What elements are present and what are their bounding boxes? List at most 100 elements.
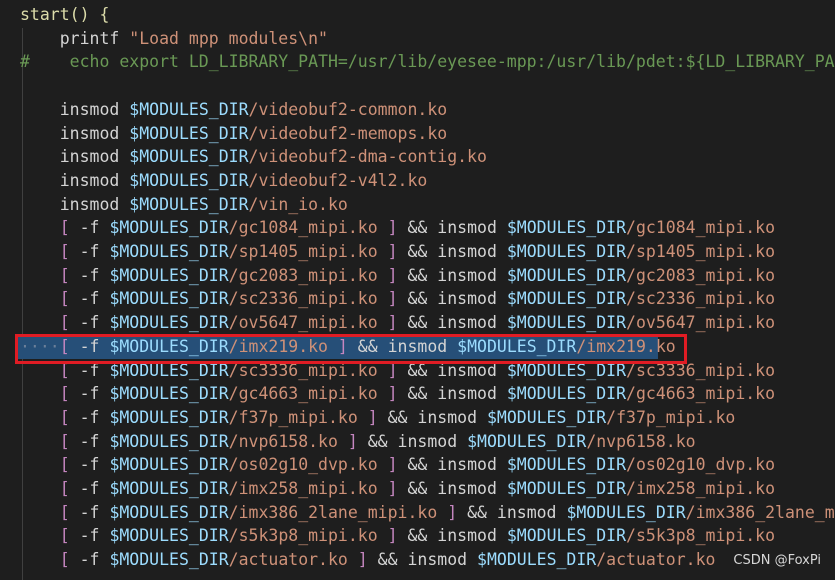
code-token: /imx386_2lane_mipi.ko xyxy=(228,502,438,522)
code-line[interactable]: insmod $MODULES_DIR/videobuf2-common.ko xyxy=(20,98,447,122)
code-token: /f37p_mipi.ko xyxy=(228,407,358,427)
code-line[interactable]: printf "Load mpp modules\n" xyxy=(20,27,328,51)
code-token: [ xyxy=(59,526,70,546)
code-token: $MODULES_DIR xyxy=(506,265,627,285)
code-editor[interactable]: start() { printf "Load mpp modules\n" # e… xyxy=(0,0,835,580)
code-token: [ xyxy=(59,407,70,427)
watermark: CSDN @FoxPi xyxy=(733,553,821,568)
code-token: ] xyxy=(377,455,398,475)
code-token: $MODULES_DIR xyxy=(506,479,627,498)
code-token: ] xyxy=(377,313,398,333)
code-token: && insmod xyxy=(397,242,507,261)
code-token: -f xyxy=(69,431,110,451)
code-token: /videobuf2-common.ko xyxy=(248,99,448,119)
code-token: $MODULES_DIR xyxy=(129,147,249,167)
code-line[interactable]: [ -f $MODULES_DIR/f37p_mipi.ko ] && insm… xyxy=(20,406,736,430)
code-token: $MODULES_DIR xyxy=(506,526,627,546)
code-line[interactable]: start() { xyxy=(20,3,109,27)
code-token: $MODULES_DIR xyxy=(109,242,229,261)
code-token: /imx386_2lane_mi xyxy=(685,502,835,522)
code-token: ] xyxy=(357,407,378,427)
code-token: $MODULES_DIR xyxy=(109,502,229,522)
code-token: /sp1405_mipi.ko xyxy=(626,242,776,261)
code-token: -f xyxy=(69,526,110,546)
code-line[interactable]: [ -f $MODULES_DIR/actuator.ko ] && insmo… xyxy=(20,548,716,572)
code-token: insmod xyxy=(59,170,130,190)
code-token: "Load mpp modules\n" xyxy=(129,28,328,48)
code-line[interactable]: [ -f $MODULES_DIR/s5k3p8_mipi.ko ] && in… xyxy=(20,524,775,548)
code-token: start() { xyxy=(20,5,110,24)
code-token: [ xyxy=(59,289,70,309)
code-token: $MODULES_DIR xyxy=(129,123,249,143)
code-token: $MODULES_DIR xyxy=(109,550,229,570)
code-token: /gc4663_mipi.ko xyxy=(626,384,776,404)
code-token: && insmod xyxy=(397,265,507,285)
code-line[interactable]: [ -f $MODULES_DIR/sp1405_mipi.ko ] && in… xyxy=(20,240,775,264)
code-token: $MODULES_DIR xyxy=(109,289,229,309)
code-line[interactable]: [ -f $MODULES_DIR/imx386_2lane_mipi.ko ]… xyxy=(20,501,835,525)
code-token: # echo export LD_LIBRARY_PATH=/usr/lib/e… xyxy=(20,52,835,72)
code-token: $MODULES_DIR xyxy=(467,431,587,451)
code-line[interactable]: [ -f $MODULES_DIR/ov5647_mipi.ko ] && in… xyxy=(20,311,775,335)
code-token: ] xyxy=(377,265,398,285)
code-token: insmod xyxy=(59,99,130,119)
code-token: /ov5647_mipi.ko xyxy=(626,313,776,333)
code-line[interactable]: insmod $MODULES_DIR/vin_io.ko xyxy=(20,193,348,217)
code-line[interactable]: insmod $MODULES_DIR/videobuf2-v4l2.ko xyxy=(20,169,428,193)
code-token: && insmod xyxy=(397,479,507,498)
code-token: $MODULES_DIR xyxy=(109,407,229,427)
code-token: -f xyxy=(69,218,110,238)
code-token: [ xyxy=(59,384,70,404)
code-line[interactable]: [ -f $MODULES_DIR/gc4663_mipi.ko ] && in… xyxy=(20,382,775,406)
code-token: && insmod xyxy=(367,550,478,570)
code-line[interactable]: [ -f $MODULES_DIR/gc2083_mipi.ko ] && in… xyxy=(20,264,775,288)
code-token: -f xyxy=(69,479,110,498)
code-token: $MODULES_DIR xyxy=(109,479,229,498)
code-token: -f xyxy=(69,313,110,333)
code-token: $MODULES_DIR xyxy=(506,289,627,309)
code-token: /gc1084_mipi.ko xyxy=(626,218,776,238)
code-token: $MODULES_DIR xyxy=(486,407,607,427)
code-line[interactable]: insmod $MODULES_DIR/videobuf2-memops.ko xyxy=(20,122,447,146)
code-token: $MODULES_DIR xyxy=(506,384,627,404)
code-token: $MODULES_DIR xyxy=(109,455,229,475)
code-token: /videobuf2-dma-contig.ko xyxy=(248,147,487,167)
code-token: /sp1405_mipi.ko xyxy=(228,242,378,261)
code-token: $MODULES_DIR xyxy=(109,313,229,333)
code-token: /os02g10_dvp.ko xyxy=(228,455,378,475)
code-token: && insmod xyxy=(397,384,507,404)
code-line[interactable]: [ -f $MODULES_DIR/sc2336_mipi.ko ] && in… xyxy=(20,287,775,311)
code-token: ] xyxy=(337,431,358,451)
code-token: ] xyxy=(377,479,398,498)
code-line[interactable]: [ -f $MODULES_DIR/imx258_mipi.ko ] && in… xyxy=(20,477,775,501)
code-token: $MODULES_DIR xyxy=(109,218,229,238)
code-line[interactable]: [ -f $MODULES_DIR/os02g10_dvp.ko ] && in… xyxy=(20,453,775,477)
code-line[interactable]: [ -f $MODULES_DIR/gc1084_mipi.ko ] && in… xyxy=(20,216,775,240)
code-token: $MODULES_DIR xyxy=(109,431,229,451)
code-token: -f xyxy=(69,265,110,285)
code-line[interactable]: insmod $MODULES_DIR/videobuf2-dma-contig… xyxy=(20,145,487,169)
code-line[interactable]: [ -f $MODULES_DIR/nvp6158.ko ] && insmod… xyxy=(20,430,696,454)
code-token: -f xyxy=(69,242,110,261)
code-token: && insmod xyxy=(397,455,507,475)
code-token: -f xyxy=(69,502,110,522)
code-token: [ xyxy=(59,479,70,498)
code-token: $MODULES_DIR xyxy=(109,526,229,546)
code-line[interactable]: # echo export LD_LIBRARY_PATH=/usr/lib/e… xyxy=(20,50,835,74)
code-token: ] xyxy=(347,550,368,570)
code-token: /s5k3p8_mipi.ko xyxy=(626,526,776,546)
code-token: ] xyxy=(377,289,398,309)
code-token: ] xyxy=(437,502,458,522)
code-token: /gc1084_mipi.ko xyxy=(228,218,378,238)
